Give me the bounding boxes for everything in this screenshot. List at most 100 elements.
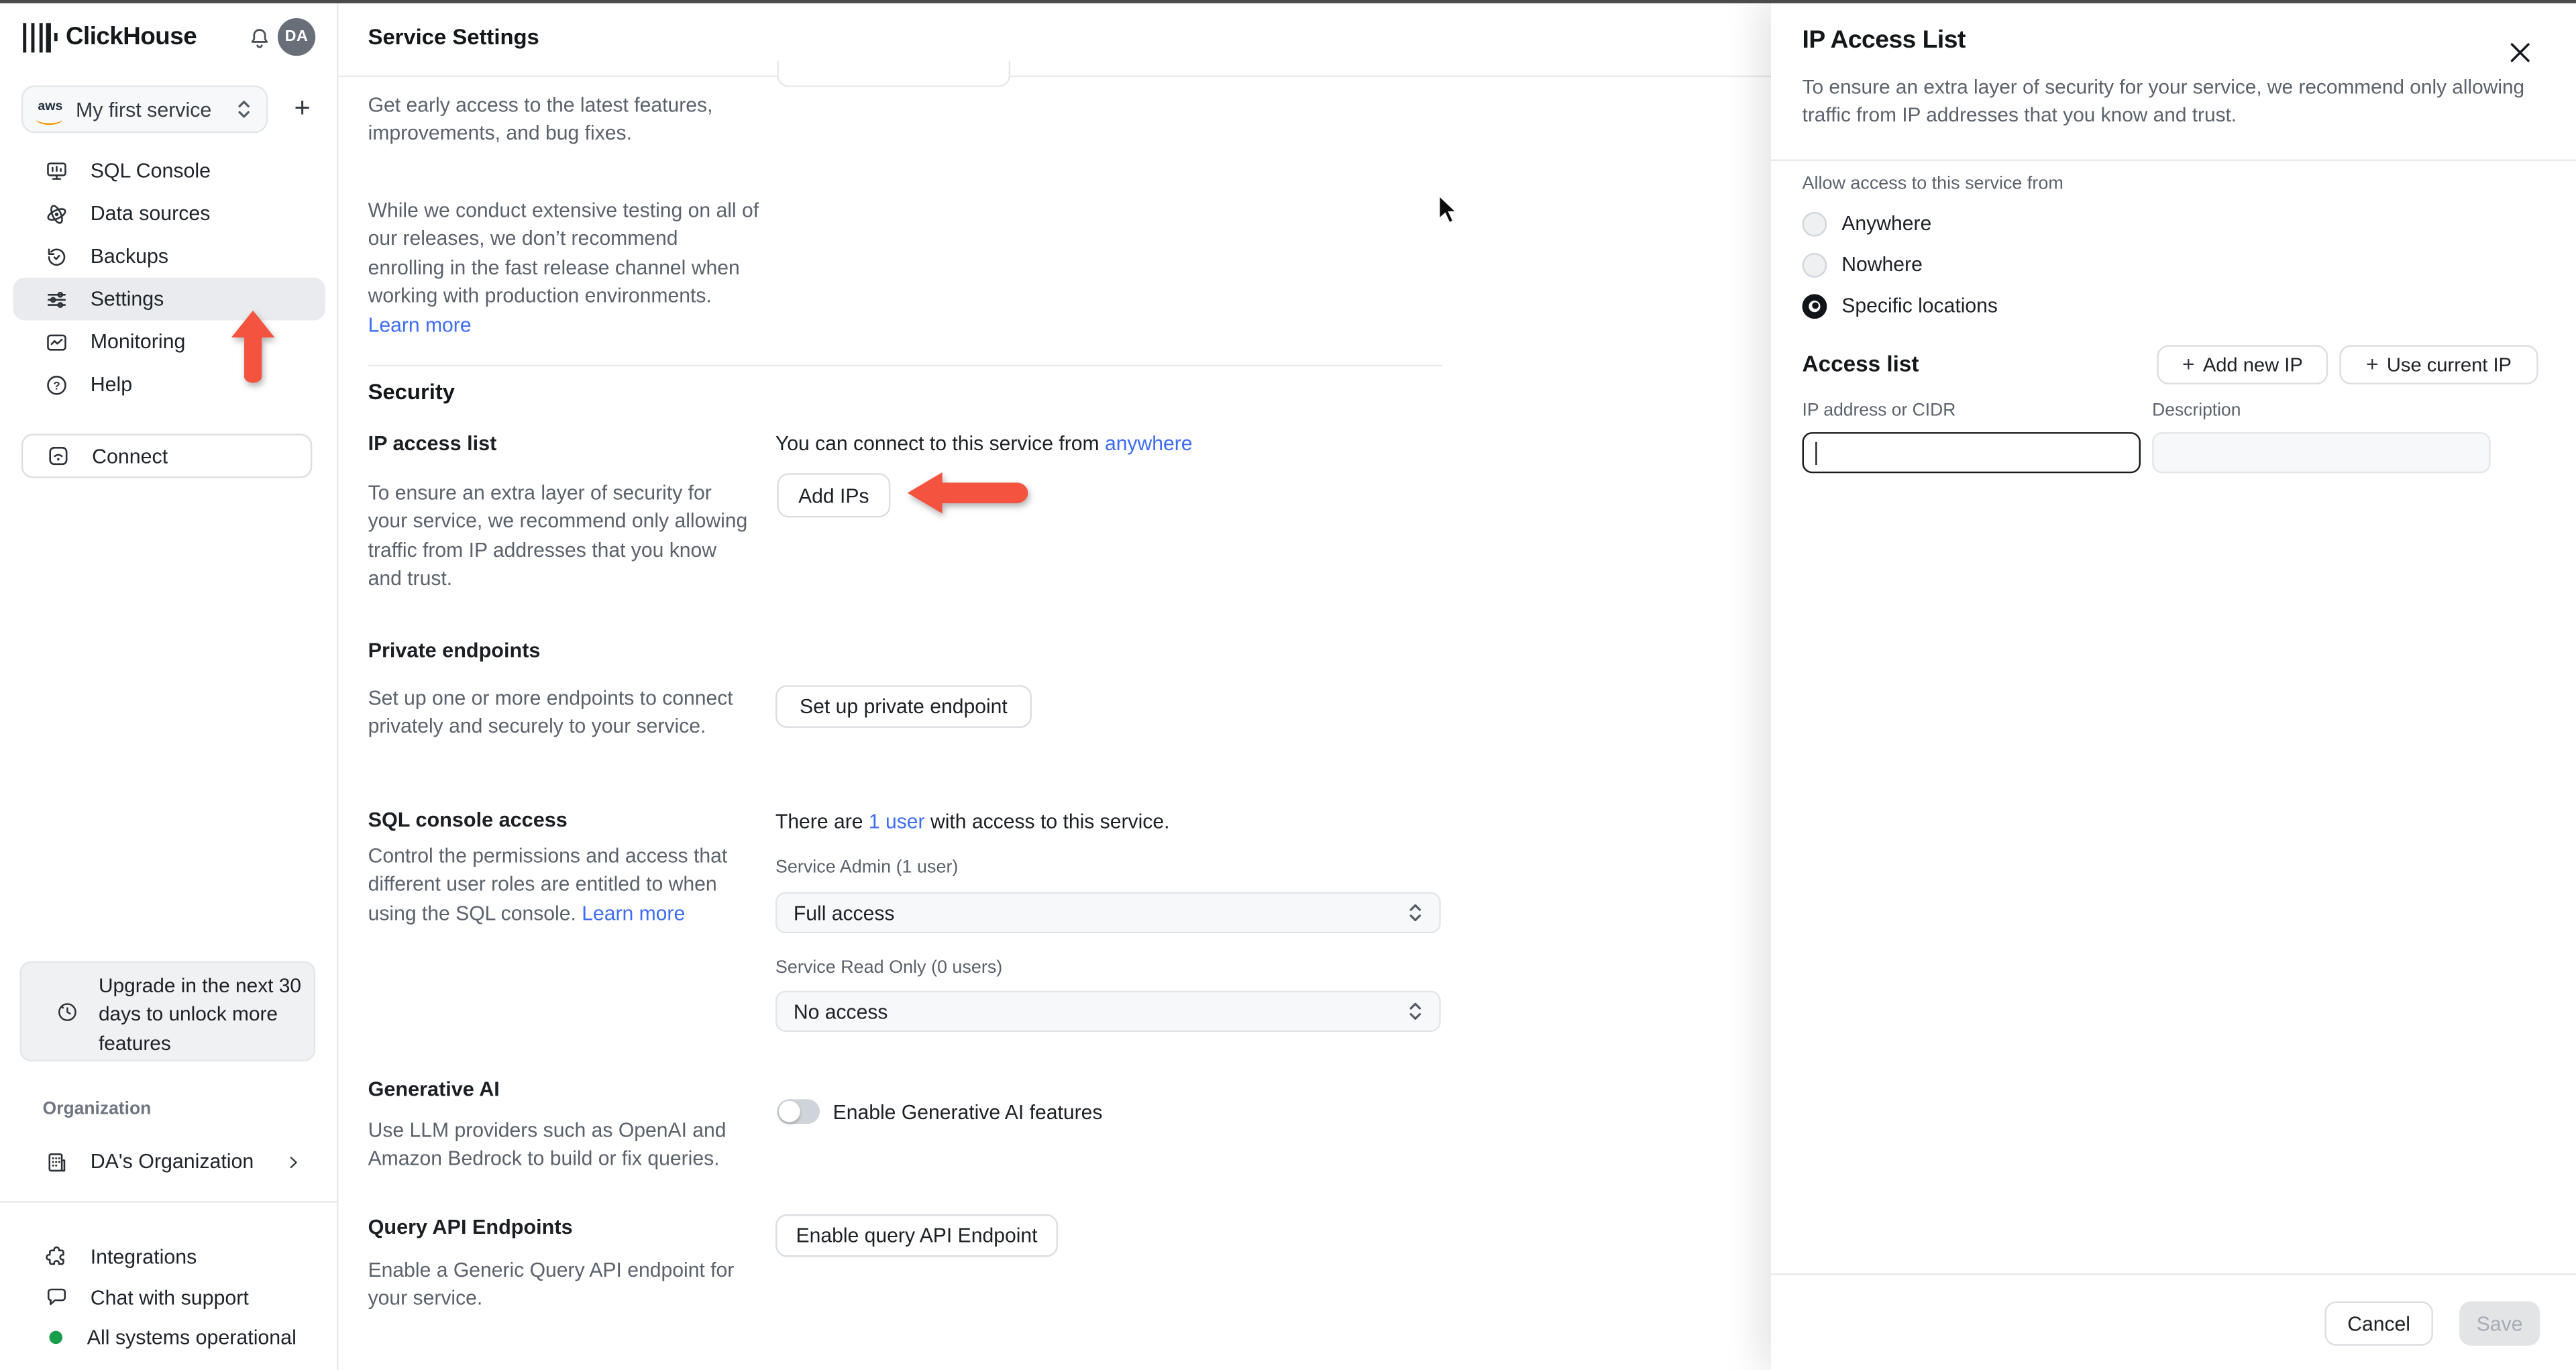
monitoring-icon (47, 333, 66, 350)
radio-label: Specific locations (1841, 294, 1998, 317)
connect-button[interactable]: Connect (21, 433, 313, 478)
sidebar-item-data-sources[interactable]: Data sources (13, 193, 325, 235)
sidebar: ClickHouse DA aws My first service + SQL… (0, 0, 339, 1370)
private-endpoints-label: Private endpoints (368, 639, 541, 662)
service-selector-label: My first service (75, 97, 212, 121)
radio-label: Nowhere (1841, 253, 1923, 276)
clock-icon (58, 1003, 76, 1021)
panel-subtitle: To ensure an extra layer of security for… (1802, 75, 2525, 127)
chevron-updown-icon (1409, 904, 1421, 922)
radio-icon (1802, 252, 1827, 277)
one-user-link[interactable]: 1 user (869, 810, 925, 833)
close-icon[interactable] (2509, 41, 2532, 64)
service-admin-label: Service Admin (1 user) (775, 857, 959, 878)
organization-switcher[interactable]: DA's Organization (13, 1141, 325, 1183)
service-admin-value: Full access (793, 901, 895, 925)
ip-address-input[interactable] (1802, 432, 2141, 474)
sidebar-item-help[interactable]: ? Help (13, 363, 325, 406)
add-new-ip-button[interactable]: + Add new IP (2157, 345, 2328, 385)
sidebar-item-integrations[interactable]: Integrations (13, 1236, 325, 1277)
panel-footer-divider (1771, 1273, 2576, 1275)
plus-icon: + (2182, 352, 2195, 376)
ip-access-list-label: IP access list (368, 432, 497, 456)
sql-console-description: Control the permissions and access that … (368, 843, 763, 929)
generative-ai-toggle[interactable] (777, 1099, 820, 1124)
aws-provider-icon: aws (36, 98, 63, 124)
data-sources-icon (47, 204, 66, 223)
add-ips-button[interactable]: Add IPs (777, 473, 891, 518)
section-divider (368, 364, 1443, 367)
query-api-endpoints-label: Query API Endpoints (368, 1216, 573, 1239)
cancel-button[interactable]: Cancel (2324, 1301, 2433, 1346)
organization-section-label: Organization (42, 1099, 152, 1119)
user-avatar[interactable]: DA (277, 17, 316, 56)
window-top-edge (0, 0, 2576, 3)
organization-building-icon (48, 1152, 66, 1171)
ip-access-description: To ensure an extra layer of security for… (368, 481, 748, 590)
service-readonly-value: No access (793, 1000, 888, 1023)
fast-release-text: While we conduct extensive testing on al… (368, 199, 759, 308)
add-new-ip-label: Add new IP (2202, 353, 2303, 376)
users-suffix: with access to this service. (924, 810, 1170, 833)
clickhouse-console: ClickHouse DA aws My first service + SQL… (0, 0, 2576, 1370)
connect-from-text: You can connect to this service from (775, 432, 1105, 456)
users-access-line: There are 1 user with access to this ser… (775, 810, 1170, 833)
help-icon: ? (47, 374, 66, 394)
chevron-updown-icon (238, 101, 250, 118)
scrolled-control-sliver (777, 60, 1011, 87)
sql-console-icon (47, 162, 66, 179)
sidebar-item-monitoring[interactable]: Monitoring (13, 321, 325, 364)
integrations-puzzle-icon (46, 1246, 64, 1265)
brand-title: ClickHouse (65, 23, 197, 51)
radio-label: Anywhere (1841, 211, 1932, 235)
annotation-arrow-left (907, 472, 1028, 514)
sidebar-item-settings[interactable]: Settings (13, 277, 325, 321)
connect-from-line: You can connect to this service from any… (775, 432, 1193, 455)
radio-option-specific-locations[interactable]: Specific locations (1802, 293, 1998, 319)
upgrade-notice[interactable]: Upgrade in the next 30 days to unlock mo… (19, 961, 316, 1062)
fast-release-paragraph-1: Get early access to the latest features,… (368, 93, 713, 146)
backups-icon (48, 248, 66, 265)
radio-option-nowhere[interactable]: Nowhere (1802, 252, 1923, 278)
upgrade-notice-text: Upgrade in the next 30 days to unlock mo… (98, 974, 301, 1055)
radio-option-anywhere[interactable]: Anywhere (1802, 210, 1932, 236)
svg-text:?: ? (53, 378, 60, 391)
use-current-ip-label: Use current IP (2386, 353, 2512, 376)
plus-icon: + (2366, 352, 2379, 376)
radio-selected-icon (1802, 293, 1827, 318)
sql-learn-more-link[interactable]: Learn more (582, 902, 685, 925)
clickhouse-logo-icon (23, 21, 62, 53)
toggle-knob (778, 1100, 800, 1122)
fast-release-paragraph-2: While we conduct extensive testing on al… (368, 197, 759, 340)
setup-private-endpoint-button[interactable]: Set up private endpoint (775, 685, 1032, 728)
query-api-description: Enable a Generic Query API endpoint for … (368, 1258, 735, 1310)
enable-query-api-button[interactable]: Enable query API Endpoint (775, 1214, 1059, 1257)
allow-access-label: Allow access to this service from (1802, 174, 2063, 194)
save-button[interactable]: Save (2459, 1301, 2540, 1346)
learn-more-link[interactable]: Learn more (368, 313, 472, 336)
notifications-bell-icon[interactable] (246, 25, 272, 53)
connect-icon (49, 447, 68, 466)
header-divider (338, 75, 1772, 78)
status-dot (49, 1330, 63, 1344)
add-service-button[interactable]: + (288, 89, 317, 128)
sidebar-item-sql-console[interactable]: SQL Console (13, 150, 325, 193)
use-current-ip-button[interactable]: + Use current IP (2339, 345, 2538, 385)
generative-ai-description: Use LLM providers such as OpenAI and Ama… (368, 1118, 727, 1171)
service-readonly-select[interactable]: No access (775, 990, 1441, 1032)
generative-ai-label: Generative AI (368, 1077, 500, 1101)
sql-console-access-label: SQL console access (368, 808, 568, 832)
service-admin-select[interactable]: Full access (775, 892, 1441, 934)
sidebar-item-chat-support[interactable]: Chat with support (13, 1277, 325, 1318)
access-list-heading: Access list (1802, 352, 1919, 376)
description-input[interactable] (2152, 432, 2491, 474)
annotation-arrow-up (231, 310, 275, 383)
service-selector[interactable]: aws My first service (21, 85, 268, 134)
anywhere-link[interactable]: anywhere (1105, 432, 1193, 455)
page-title: Service Settings (368, 24, 539, 50)
settings-sliders-icon (47, 291, 66, 307)
sidebar-item-system-status[interactable]: All systems operational (13, 1316, 325, 1357)
sidebar-item-backups[interactable]: Backups (13, 235, 325, 278)
generative-ai-toggle-label: Enable Generative AI features (833, 1100, 1103, 1124)
ip-field-label: IP address or CIDR (1802, 401, 1956, 421)
